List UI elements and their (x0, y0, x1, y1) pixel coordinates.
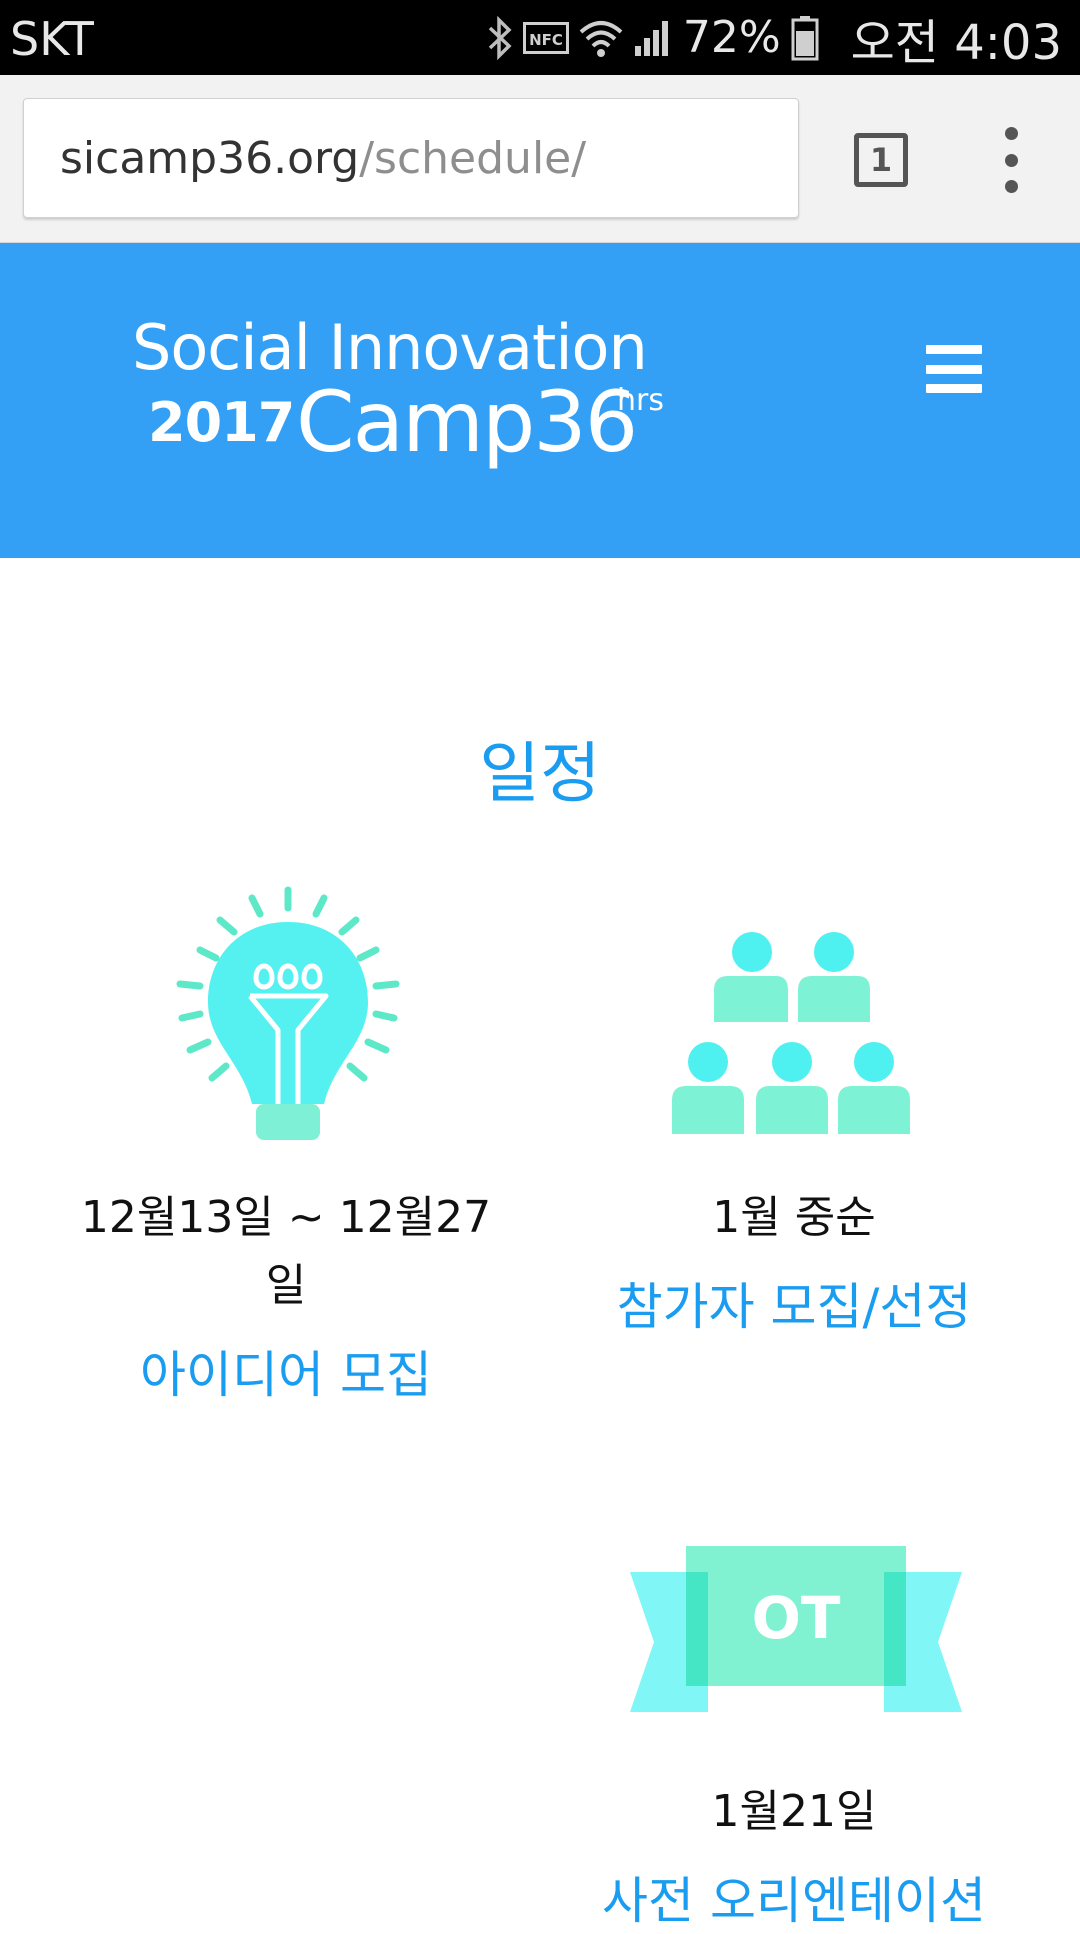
wifi-icon (579, 18, 623, 58)
address-bar[interactable]: sicamp36.org/schedule/ (23, 98, 799, 218)
people-group-icon (670, 930, 914, 1140)
schedule-label[interactable]: 참가자 모집/선정 (574, 1274, 1014, 1340)
page-title: 일정 (479, 735, 601, 812)
battery-icon (791, 15, 819, 61)
carrier-label: SKT (10, 12, 94, 66)
site-logo[interactable]: Social Innovation 2017 Camp36 hrs (132, 311, 672, 491)
nfc-icon: NFC (522, 21, 569, 54)
schedule-date: 12월13일 ~ 12월27일 (80, 1192, 492, 1311)
site-header: Social Innovation 2017 Camp36 hrs (0, 243, 1080, 558)
hamburger-menu-icon[interactable] (926, 345, 982, 393)
bluetooth-icon (487, 15, 513, 60)
schedule-item: 1월21일 사전 오리엔테이션 (574, 1778, 1014, 1934)
schedule-date: 1월 중순 (712, 1192, 876, 1243)
url-host: sicamp36.org (60, 132, 360, 184)
battery-percent: 72% (682, 12, 781, 63)
tab-switcher-button[interactable]: 1 (854, 133, 908, 187)
clock: 오전 4:03 (850, 14, 1062, 71)
schedule-item: 1월 중순 참가자 모집/선정 (574, 1184, 1014, 1340)
status-icons: NFC 72% 오전 4:03 (487, 0, 1062, 75)
url-path: /schedule/ (359, 132, 587, 184)
browser-toolbar: sicamp36.org/schedule/ 1 (0, 75, 1080, 243)
svg-text:NFC: NFC (529, 31, 563, 49)
logo-camp: Camp36 (296, 373, 638, 471)
schedule-label[interactable]: 아이디어 모집 (66, 1342, 506, 1408)
schedule-label[interactable]: 사전 오리엔테이션 (574, 1868, 1014, 1934)
schedule-item: 12월13일 ~ 12월27일 아이디어 모집 (66, 1184, 506, 1408)
status-bar: SKT NFC 72% 오전 4:03 (0, 0, 1080, 75)
logo-year: 2017 (148, 391, 295, 454)
schedule-date: 1월21일 (711, 1786, 877, 1837)
overflow-menu-icon[interactable] (994, 127, 1028, 193)
logo-hrs: hrs (617, 383, 664, 418)
ot-label: OT (752, 1584, 841, 1652)
signal-icon (633, 18, 673, 58)
lightbulb-icon (172, 882, 404, 1148)
ot-ribbon-icon: OT (628, 1544, 964, 1720)
